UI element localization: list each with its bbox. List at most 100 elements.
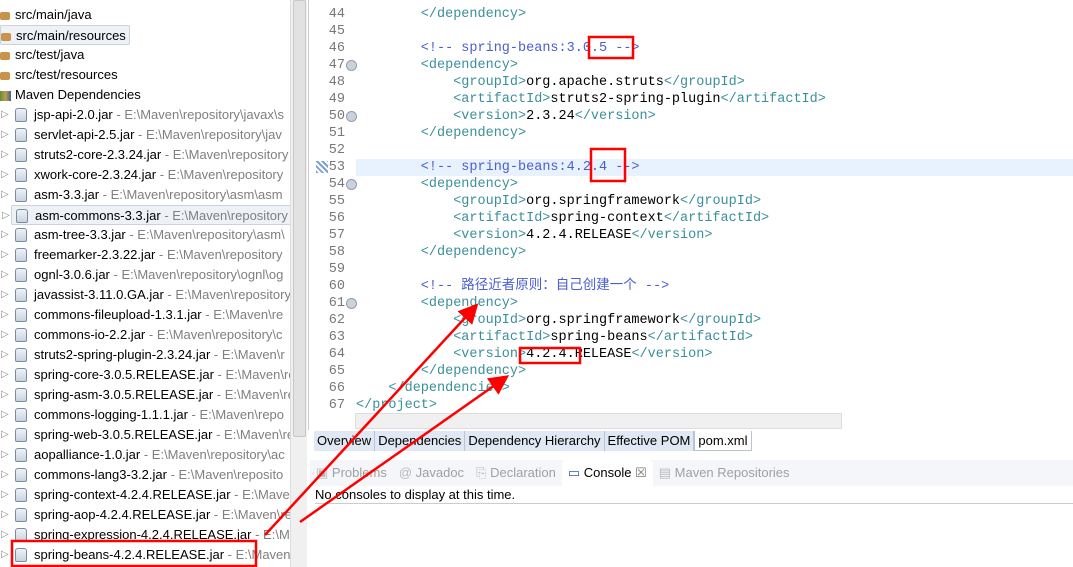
code-line[interactable]: <dependency> — [421, 57, 518, 74]
expand-arrow-icon[interactable]: ▷ — [1, 405, 9, 425]
jar-path: - E:\Maven\re — [213, 387, 290, 402]
expand-arrow-icon[interactable]: ▷ — [1, 265, 9, 285]
expand-arrow-icon[interactable]: ▷ — [1, 465, 9, 485]
expand-arrow-icon[interactable]: ▷ — [1, 425, 9, 445]
console-tab-javadoc[interactable]: @ Javadoc — [393, 460, 470, 486]
console-tab-console[interactable]: ▭ Console ☒ — [561, 460, 653, 486]
fold-toggle-icon[interactable] — [346, 111, 357, 122]
expand-arrow-icon[interactable]: ▷ — [1, 385, 9, 405]
code-line[interactable]: <artifactId>struts2-spring-plugin</artif… — [453, 91, 826, 108]
editor-horizontal-scrollbar[interactable] — [355, 413, 842, 429]
expand-arrow-icon[interactable]: ▷ — [1, 525, 9, 545]
console-tab-declaration[interactable]: ⎘ Declaration — [470, 460, 562, 486]
package-folder-icon — [0, 12, 10, 20]
expand-arrow-icon[interactable]: ▷ — [1, 365, 9, 385]
code-line[interactable]: </dependency> — [421, 363, 526, 380]
editor-tab-effective-pom[interactable]: Effective POM — [605, 431, 695, 451]
tree-item-label: spring-expression-4.2.4.RELEASE.jar - E:… — [34, 525, 290, 545]
code-line[interactable]: </project> — [356, 397, 437, 414]
tree-item-label: spring-aop-4.2.4.RELEASE.jar - E:\Maven\… — [34, 505, 290, 525]
code-line[interactable]: <groupId>org.apache.struts</groupId> — [453, 74, 745, 91]
code-line[interactable]: <version>4.2.4.RELEASE</version> — [453, 346, 712, 363]
expand-arrow-icon[interactable]: ▷ — [1, 105, 9, 125]
jar-icon — [15, 448, 27, 462]
expand-arrow-icon[interactable]: ▷ — [1, 485, 9, 505]
xml-tag: </dependencies> — [388, 381, 510, 396]
xml-tag: </version> — [631, 228, 713, 243]
line-number: 53 — [328, 160, 345, 175]
expand-arrow-icon[interactable]: ▷ — [1, 325, 9, 345]
code-line[interactable]: <artifactId>spring-beans</artifactId> — [453, 329, 753, 346]
code-line[interactable]: <dependency> — [421, 176, 518, 193]
close-icon[interactable]: ☒ — [631, 465, 647, 480]
scrollbar-thumb[interactable] — [293, 0, 306, 437]
expand-arrow-icon[interactable]: ▷ — [1, 445, 9, 465]
expand-arrow-icon[interactable]: ▷ — [1, 285, 9, 305]
console-tab-maven-repositories[interactable]: ▤ Maven Repositories — [653, 460, 796, 486]
editor-tab-pom-xml[interactable]: pom.xml — [694, 431, 752, 451]
expand-arrow-icon[interactable]: ▷ — [1, 185, 9, 205]
expand-arrow-icon[interactable]: ▷ — [1, 125, 9, 145]
code-line[interactable]: </dependency> — [421, 125, 526, 142]
xml-tag: <artifactId> — [453, 92, 551, 107]
expand-arrow-icon[interactable]: ▷ — [1, 305, 9, 325]
editor-tab-dependencies[interactable]: Dependencies — [375, 431, 466, 451]
javadoc-icon: @ — [398, 465, 416, 480]
console-tab-problems[interactable]: ▣ Problems — [310, 460, 393, 486]
jar-name: asm-commons-3.3.jar — [35, 208, 161, 223]
package-folder-icon — [0, 52, 10, 60]
expand-arrow-icon[interactable]: ▷ — [1, 225, 9, 245]
code-line[interactable]: <version>4.2.4.RELEASE</version> — [453, 227, 712, 244]
xml-tag: </dependency> — [420, 126, 527, 141]
code-line[interactable]: <!-- 路径近者原则：自己创建一个 --> — [421, 278, 669, 295]
code-line[interactable]: </dependencies> — [388, 380, 510, 397]
code-line[interactable]: <artifactId>spring-context</artifactId> — [453, 210, 769, 227]
code-line[interactable]: <!-- spring-beans:4.2.4 --> — [421, 159, 640, 176]
tree-item-label: src/test/java — [15, 47, 85, 62]
expand-arrow-icon[interactable]: ▷ — [1, 245, 9, 265]
xml-value: 2.3.24 — [526, 109, 575, 124]
jar-icon — [15, 528, 27, 542]
expand-arrow-icon[interactable]: ▷ — [2, 206, 10, 226]
tree-vertical-scrollbar[interactable] — [290, 0, 307, 567]
line-number: 45 — [328, 24, 345, 39]
code-line[interactable]: <groupId>org.springframework</groupId> — [453, 312, 761, 329]
xml-comment: <!-- 路径近者原则：自己创建一个 --> — [420, 279, 670, 294]
expand-arrow-icon[interactable]: ▷ — [1, 165, 9, 185]
jar-name: servlet-api-2.5.jar — [34, 127, 135, 142]
expand-arrow-icon[interactable]: ▷ — [1, 345, 9, 365]
tab-label: Javadoc — [415, 465, 465, 480]
code-line[interactable]: </dependency> — [421, 244, 526, 261]
fold-toggle-icon[interactable] — [346, 298, 357, 309]
jar-icon — [15, 148, 27, 162]
editor-tab-overview[interactable]: Overview — [314, 431, 376, 451]
library-icon — [0, 91, 11, 101]
xml-tag: <dependency> — [420, 296, 519, 311]
line-number: 50 — [328, 109, 345, 124]
code-line[interactable]: <version>2.3.24</version> — [453, 108, 656, 125]
editor-tab-dependency-hierarchy[interactable]: Dependency Hierarchy — [465, 431, 605, 451]
jar-name: javassist-3.11.0.GA.jar — [34, 287, 164, 302]
jar-path: - E:\Maven\repository\jav — [134, 127, 282, 142]
tree-item-source-folder[interactable]: src/main/resources — [0, 25, 130, 45]
tree-item-jar[interactable]: ▷ asm-commons-3.3.jar - E:\Maven\reposito… — [2, 205, 290, 225]
tree-item-label: commons-io-2.2.jar - E:\Maven\repository… — [34, 325, 283, 345]
jar-name: aopalliance-1.0.jar — [34, 447, 141, 462]
code-line[interactable]: </dependency> — [421, 6, 526, 23]
code-line[interactable]: <!-- spring-beans:3.0.5 --> — [421, 40, 640, 57]
fold-toggle-icon[interactable] — [346, 179, 357, 190]
pom-editor[interactable]: 44 </dependency> 45 46 <!-- spring-beans:3.0… — [308, 0, 1073, 430]
jar-icon — [15, 308, 27, 322]
code-line[interactable]: <dependency> — [421, 295, 518, 312]
fold-toggle-icon[interactable] — [346, 60, 357, 71]
xml-tag: <groupId> — [453, 194, 527, 209]
expand-arrow-icon[interactable]: ▷ — [1, 545, 9, 565]
code-line[interactable]: <groupId>org.springframework</groupId> — [453, 193, 761, 210]
tree-item-label: javassist-3.11.0.GA.jar - E:\Maven\repos… — [34, 285, 290, 305]
expand-arrow-icon[interactable]: ▷ — [1, 145, 9, 165]
tree-item-label: Maven Dependencies — [15, 87, 141, 102]
expand-arrow-icon[interactable]: ▷ — [1, 505, 9, 525]
jar-icon — [15, 488, 27, 502]
jar-path: - E:\Maven\repository\ognl\og — [109, 267, 284, 282]
xml-tag: <groupId> — [453, 313, 527, 328]
